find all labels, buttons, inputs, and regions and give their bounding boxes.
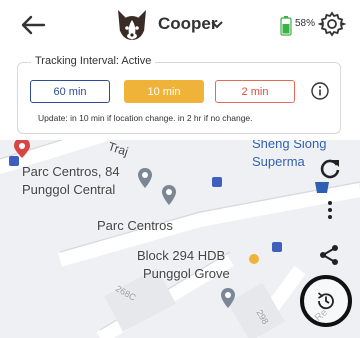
- dog-avatar-icon[interactable]: [112, 6, 152, 46]
- history-button[interactable]: [300, 275, 352, 327]
- map-label-punggol-grove: Punggol Grove: [143, 266, 230, 281]
- bus-stop-icon: [212, 177, 222, 187]
- map-label-supermarket: Superma: [252, 154, 305, 169]
- battery-percent: 58%: [295, 18, 316, 29]
- tracking-interval-title: Tracking Interval: Active: [31, 55, 156, 67]
- interval-10-min-button[interactable]: 10 min: [124, 80, 204, 103]
- bus-stop-icon: [272, 242, 282, 252]
- top-bar: Cooper 58%: [0, 0, 360, 52]
- map-pin-icon[interactable]: [221, 288, 235, 308]
- shopping-bag-icon: [315, 182, 329, 193]
- chevron-down-icon[interactable]: [210, 18, 224, 32]
- map-label-punggol-central: Punggol Central: [22, 182, 116, 197]
- back-arrow-icon[interactable]: [18, 10, 48, 40]
- more-vertical-icon[interactable]: [326, 200, 334, 220]
- share-icon[interactable]: [318, 244, 340, 266]
- battery-icon: [280, 16, 292, 36]
- interval-2-min-button[interactable]: 2 min: [215, 80, 295, 103]
- location-marker-icon: [249, 254, 259, 264]
- map-view[interactable]: Traj Parc Centros, 84 Punggol Central Pa…: [0, 140, 360, 338]
- map-label-parc-centros-84: Parc Centros, 84: [22, 164, 120, 179]
- refresh-icon[interactable]: [318, 156, 342, 180]
- map-pin-icon[interactable]: [162, 185, 176, 205]
- pet-name[interactable]: Cooper: [158, 14, 218, 34]
- clock-history-icon: [317, 292, 334, 310]
- map-label-parc-centros: Parc Centros: [97, 218, 173, 233]
- map-pin-icon[interactable]: [138, 168, 152, 188]
- interval-60-min-button[interactable]: 60 min: [30, 80, 110, 103]
- bus-stop-icon: [9, 156, 19, 166]
- map-label-block-294: Block 294 HDB: [137, 248, 226, 263]
- map-label-sheng-siong: Sheng Siong: [252, 140, 327, 151]
- info-icon[interactable]: [311, 82, 329, 100]
- gear-icon[interactable]: [318, 10, 346, 38]
- tracking-note: Update: in 10 min if location change. in…: [38, 113, 253, 123]
